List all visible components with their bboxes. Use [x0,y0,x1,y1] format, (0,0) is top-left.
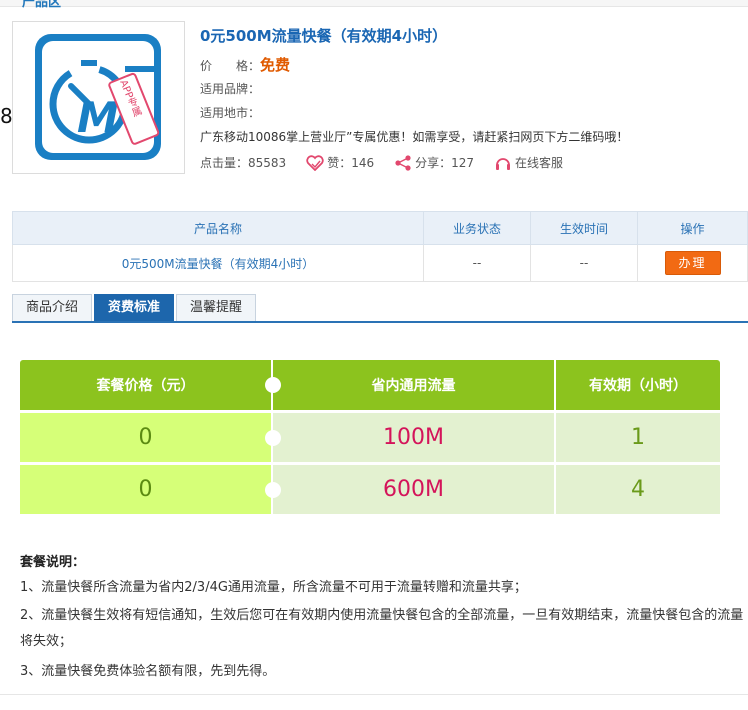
side-glyph: 8 [0,104,13,128]
share-button[interactable]: 分享： 127 [394,154,474,171]
note-item: 3、流量快餐免费体验名额有限，先到先得。 [20,664,276,679]
price-value: 免费 [260,56,291,74]
region-label: 适用地市： [200,106,261,120]
fee-cell-price: 0 [20,465,271,514]
likes-count: 146 [351,155,375,170]
cell-status: -- [423,244,531,282]
note-item: 1、流量快餐所含流量为省内2/3/4G通用流量，所含流量不可用于流量转赠和流量共… [20,580,527,595]
fee-price-value: 0 [138,425,153,450]
col-header-name: 产品名称 [12,211,424,245]
cell-product-name[interactable]: 0元500M流量快餐（有效期4小时） [12,244,424,282]
fee-data-value: 100M [383,425,444,450]
online-service-label: 在线客服 [515,156,564,170]
heart-icon [306,154,324,171]
fee-cell-price: 0 [20,413,271,462]
fee-header-price: 套餐价格（元） [20,360,271,410]
app-stopwatch-icon: M APP专属 [35,34,161,160]
table-row: 0元500M流量快餐（有效期4小时） -- -- 办理 [12,244,748,282]
share-icon [395,154,411,171]
table-row: 0 100M 1 [20,413,720,462]
stats-bar: 点击量： 85583 赞： 146 分享： 127 在线客服 [200,154,583,171]
online-service-link[interactable]: 在线客服 [494,154,563,171]
ticket-notch [265,481,281,498]
brand-row: 适用品牌： [200,80,260,97]
region-row: 适用地市： [200,104,260,121]
promo-text: 广东移动10086掌上营业厅”专属优惠！如需享受，请赶紧扫网页下方二维码哦！ [200,130,629,144]
ticket-notch [265,377,281,393]
fee-header-validity-text: 有效期（小时） [589,378,687,394]
fee-price-value: 0 [138,477,153,502]
breadcrumb[interactable]: 产品区 [22,0,61,10]
fee-header-validity: 有效期（小时） [556,360,720,410]
note-item: 2、流量快餐生效将有短信通知，生效后您可在有效期内使用流量快餐包含的全部流量，一… [20,608,744,649]
fee-header-row: 套餐价格（元） 省内通用流量 有效期（小时） [20,360,720,410]
ticket-notch [265,429,281,446]
views-stat: 点击量： 85583 [200,154,286,171]
fee-header-data: 省内通用流量 [265,360,554,410]
fee-cell-data: 100M [265,413,554,462]
fee-data-value: 600M [383,477,444,502]
divider [0,694,748,695]
fee-cell-validity: 4 [556,465,720,514]
brand-label: 适用品牌： [200,82,261,96]
col-header-effective: 生效时间 [530,211,638,245]
fee-cell-data: 600M [265,465,554,514]
fee-validity-value: 1 [631,425,645,450]
app-icon-letter: M [77,93,119,142]
price-label: 价 格： [200,59,261,73]
apply-button[interactable]: 办理 [664,251,721,275]
price-row: 价 格：免费 [200,54,290,75]
product-image: M APP专属 [12,21,185,174]
fee-cell-validity: 1 [556,413,720,462]
likes-label: 赞： [327,156,352,170]
like-button[interactable]: 赞： 146 [306,154,374,171]
notes-title: 套餐说明： [20,555,86,570]
top-strip [0,0,748,7]
tab-product-intro[interactable]: 商品介绍 [12,294,93,321]
col-header-action: 操作 [637,211,748,245]
views-label: 点击量： [200,156,249,170]
tab-tips[interactable]: 温馨提醒 [176,294,257,321]
headset-icon [496,157,511,170]
cell-effective: -- [530,244,638,282]
fee-validity-value: 4 [631,477,645,502]
col-header-status: 业务状态 [423,211,531,245]
table-row: 0 600M 4 [20,465,720,514]
shares-count: 127 [451,155,475,170]
product-title: 0元500M流量快餐（有效期4小时） [200,27,448,45]
business-table: 产品名称 业务状态 生效时间 操作 0元500M流量快餐（有效期4小时） -- … [12,211,748,282]
tab-bar: 商品介绍 资费标准 温馨提醒 [12,294,748,323]
shares-label: 分享： [415,156,452,170]
fee-header-data-text: 省内通用流量 [371,378,456,394]
fee-header-price-text: 套餐价格（元） [96,378,195,394]
tab-fee-standard[interactable]: 资费标准 [94,294,175,321]
cell-action: 办理 [637,244,748,282]
views-count: 85583 [248,155,287,170]
